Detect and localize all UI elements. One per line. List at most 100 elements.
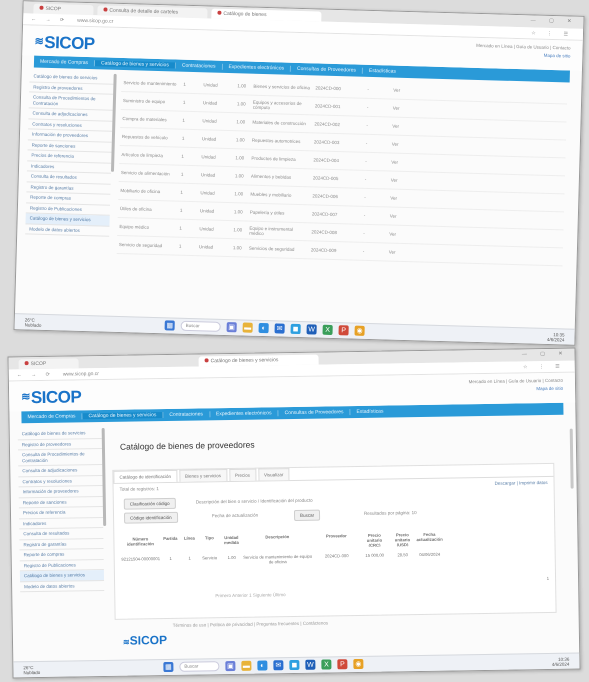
browser-extensions-icon[interactable]: ☆ ⋮ ☰ (531, 30, 573, 37)
windows-start-icon[interactable]: ▦ (164, 320, 175, 331)
task-view-icon[interactable]: ▣ (225, 660, 236, 672)
edge-browser-icon[interactable]: ◐ (257, 660, 268, 671)
taskbar-search[interactable]: Buscar (180, 320, 221, 332)
clock-date: 4/6/2024 (551, 661, 570, 667)
pager-current[interactable]: 1 (547, 576, 550, 581)
table-cell: Servicio de alimentación (120, 170, 170, 177)
tab-label: Catálogo de bienes y servicios (210, 357, 279, 365)
nav-item[interactable]: Consultas de Proveedores (278, 409, 351, 417)
browser-extensions-icon[interactable]: ☆ ⋮ ☰ (523, 364, 565, 371)
weather-widget[interactable]: 26°C Nublado (25, 317, 42, 327)
identification-code-button[interactable]: Código identificación (123, 511, 178, 524)
window-controls[interactable]: — ▢ ✕ (522, 351, 569, 358)
column-header[interactable]: Precio unitario (USD) (388, 532, 416, 546)
mail-icon[interactable]: ✉ (273, 660, 284, 671)
table-cell[interactable]: Ver (391, 88, 409, 94)
page-scrollbar[interactable] (569, 428, 574, 489)
table-cell: 1.00 (236, 119, 246, 125)
store-icon[interactable]: ◼ (290, 323, 301, 335)
nav-item[interactable]: Expedientes electrónicos (222, 63, 292, 72)
nav-item[interactable]: Catálogo de bienes y servicios (82, 412, 164, 420)
tab-prices[interactable]: Precios (228, 468, 257, 482)
table-cell[interactable]: Ver (387, 231, 405, 237)
table-cell: Útiles de oficina (119, 206, 152, 212)
table-cell: 1.00 (237, 83, 247, 89)
nav-item[interactable]: Mercado de Compras (33, 58, 96, 67)
sicop-logo[interactable]: ≋SICOP (21, 387, 81, 408)
nav-item[interactable]: Consultas de Proveedores (290, 65, 364, 74)
table-cell[interactable]: Ver (388, 213, 406, 219)
top-links[interactable]: Mercado en Línea | Guía de Usuario | Con… (468, 377, 564, 394)
nav-item[interactable]: Contrataciones (163, 411, 211, 419)
table-cell[interactable]: Ver (390, 142, 408, 148)
column-header[interactable]: Descripción (242, 534, 312, 549)
weather-widget[interactable]: 26°C Nublado (23, 665, 40, 675)
column-header[interactable]: Unidad medida (220, 535, 242, 549)
page-size-label[interactable]: Resultados por página: 10 (364, 510, 417, 516)
nav-item[interactable]: Estadísticas (350, 408, 389, 415)
column-header[interactable]: Número identificación (120, 536, 160, 551)
tab-goods-services[interactable]: Bienes y servicios (178, 469, 228, 482)
word-icon[interactable]: W (305, 659, 316, 670)
taskbar-search[interactable]: Buscar (179, 661, 220, 672)
download-print-link[interactable]: Descargar | Imprimir datos (495, 480, 548, 486)
nav-item[interactable]: Expedientes electrónicos (209, 410, 279, 418)
catalog-panel: Catálogo de bienes de proveedores Catálo… (110, 429, 557, 636)
nav-arrows-icon[interactable]: ← → ⟳ (17, 372, 54, 379)
column-header[interactable]: Partida (160, 536, 180, 550)
top-link[interactable]: Mapa de sitio (469, 385, 564, 394)
date-field[interactable]: Fecha de actualización (212, 513, 258, 519)
excel-icon[interactable]: X (322, 324, 333, 335)
column-header[interactable]: Proveedor (312, 533, 360, 548)
column-header[interactable]: Línea (180, 536, 198, 550)
folder-icon[interactable]: ▬ (241, 660, 252, 671)
store-icon[interactable]: ◼ (289, 659, 300, 671)
tab-catalog-id[interactable]: Catálogo de identificación (113, 469, 178, 483)
nav-item[interactable]: Catálogo de bienes y servicios (94, 60, 176, 69)
description-field[interactable]: Descripción del bien o servicio / Identi… (196, 498, 313, 505)
task-view-icon[interactable]: ▣ (226, 322, 237, 333)
column-header[interactable]: Precio unitario (CRC) (360, 533, 388, 547)
system-tray[interactable]: 10:35 4/6/2024 (547, 332, 565, 342)
nav-item[interactable]: Contrataciones (175, 62, 223, 70)
mail-icon[interactable]: ✉ (274, 323, 285, 334)
nav-arrows-icon[interactable]: ← → ⟳ (31, 16, 68, 23)
powerpoint-icon[interactable]: P (337, 659, 348, 670)
table-cell[interactable]: Ver (391, 106, 409, 112)
table-cell[interactable]: Ver (387, 249, 405, 255)
table-cell: 1.00 (236, 101, 246, 107)
column-header[interactable]: Tipo (198, 535, 220, 549)
sidebar-scrollbar[interactable] (101, 427, 107, 526)
search-button[interactable]: Buscar (293, 509, 321, 521)
pager-nav[interactable]: Primero Anterior 1 Siguiente Último (215, 592, 285, 598)
sidebar-item[interactable]: Modelo de datos abiertos (25, 223, 110, 237)
table-cell[interactable]: Ver (388, 196, 406, 202)
top-links[interactable]: Mercado en Línea | Guía de Usuario | Con… (476, 42, 571, 61)
edge-browser-icon[interactable]: ◐ (258, 322, 269, 334)
table-row[interactable]: 92121504-00000001 1 1 Servicio 1.00 Servicio … (121, 550, 549, 577)
sicop-logo[interactable]: ≋SICOP (34, 33, 95, 55)
folder-icon[interactable]: ▬ (242, 322, 253, 333)
sidebar-item[interactable]: Modelo de datos abiertos (20, 580, 105, 593)
table-cell[interactable]: Ver (389, 160, 407, 166)
column-header[interactable]: Fecha actualización (416, 532, 442, 546)
system-tray[interactable]: 10:36 4/6/2024 (552, 657, 570, 667)
chrome-icon[interactable]: ◉ (353, 658, 364, 670)
excel-icon[interactable]: X (321, 659, 332, 670)
powerpoint-icon[interactable]: P (338, 325, 349, 336)
windows-start-icon[interactable]: ▦ (163, 661, 174, 673)
sidebar-item[interactable]: Consulta de Procedimientos de Contrataci… (17, 449, 103, 467)
window-controls[interactable]: — ▢ ✕ (531, 17, 578, 24)
table-cell: 1 (178, 243, 182, 249)
table-cell[interactable]: Ver (389, 178, 407, 184)
top-link[interactable]: Mapa de sitio (476, 50, 571, 61)
nav-item[interactable]: Mercado de Compras (21, 413, 83, 421)
chrome-icon[interactable]: ◉ (354, 325, 365, 336)
nav-item[interactable]: Estadísticas (363, 68, 402, 75)
tab-visualize[interactable]: Visualizar (257, 468, 290, 481)
table-cell: - (367, 86, 369, 92)
classification-code-button[interactable]: Clasificación código (123, 497, 176, 510)
table-cell[interactable]: Ver (390, 124, 408, 130)
word-icon[interactable]: W (306, 324, 317, 335)
table-cell: Unidad (199, 226, 214, 232)
